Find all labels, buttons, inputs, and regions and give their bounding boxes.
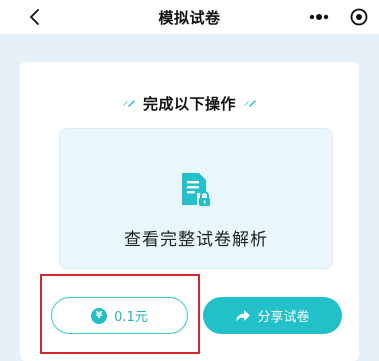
target-close-icon <box>350 8 368 26</box>
right-decoration-icon <box>244 100 256 107</box>
price-label: 0.1元 <box>114 310 148 325</box>
pay-button[interactable]: ¥ 0.1元 <box>51 297 188 334</box>
back-button[interactable] <box>22 4 46 30</box>
mini-program-capsule <box>299 3 379 31</box>
share-arrow-icon <box>236 309 251 322</box>
exam-page: 模拟试卷 完成以下操作 查看完整试卷解析 ¥ 0.1元 分享试卷 <box>0 0 379 361</box>
yen-icon: ¥ <box>91 307 108 324</box>
share-label: 分享试卷 <box>257 310 310 325</box>
left-decoration-icon <box>122 100 135 107</box>
close-button[interactable] <box>339 3 379 31</box>
top-navbar: 模拟试卷 <box>0 0 379 34</box>
share-button[interactable]: 分享试卷 <box>203 297 342 334</box>
section-title: 完成以下操作 <box>142 94 236 113</box>
view-analysis-option[interactable]: 查看完整试卷解析 <box>59 128 333 269</box>
more-dots-icon <box>309 14 329 20</box>
document-lock-icon <box>182 173 210 206</box>
section-header: 完成以下操作 <box>20 91 359 115</box>
feature-label: 查看完整试卷解析 <box>124 230 268 250</box>
page-title: 模拟试卷 <box>158 8 221 27</box>
more-button[interactable] <box>299 3 339 31</box>
chevron-left-icon <box>30 9 39 25</box>
